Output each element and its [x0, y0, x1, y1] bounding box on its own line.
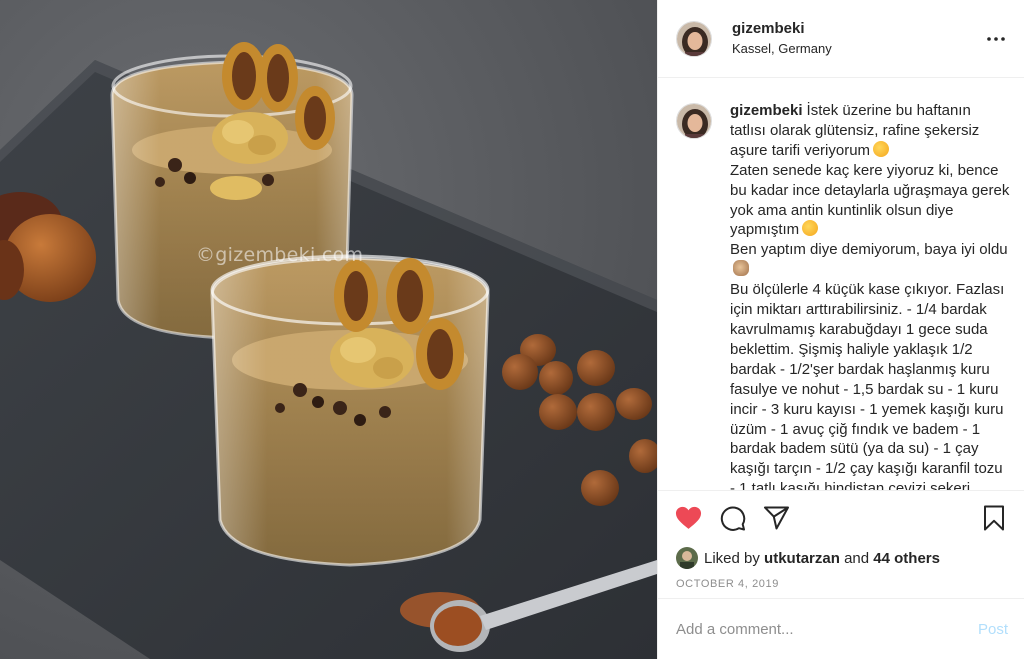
see-no-evil-monkey-emoji-icon: [733, 260, 749, 277]
photo-watermark: ©gizembeki.com: [196, 244, 364, 266]
add-comment-bar: Post: [658, 598, 1024, 659]
grinning-sweat-emoji-icon: [802, 220, 819, 237]
share-button[interactable]: [762, 504, 790, 532]
bookmark-icon: [984, 505, 1004, 531]
author-avatar[interactable]: [676, 20, 712, 57]
comments-section[interactable]: gizembeki İstek üzerine bu haftanın tatlı…: [658, 79, 1024, 490]
author-info: gizembeki Kassel, Germany: [732, 19, 984, 59]
caption-avatar[interactable]: [676, 103, 712, 139]
action-buttons: [674, 503, 1008, 533]
post-header: gizembeki Kassel, Germany: [658, 0, 1024, 78]
caption-text: gizembeki İstek üzerine bu haftanın tatlı…: [730, 101, 1010, 490]
save-button[interactable]: [980, 504, 1008, 532]
caption-line: Bu ölçülerle 4 küçük kase çıkıyor. Fazla…: [730, 281, 1005, 490]
more-options-icon: [987, 36, 1005, 41]
asure-dessert-illustration: [0, 0, 657, 659]
liker-avatar[interactable]: [676, 547, 698, 569]
hugging-face-emoji-icon: [873, 140, 890, 157]
post-comment-button[interactable]: Post: [978, 621, 1008, 638]
author-username[interactable]: gizembeki: [732, 19, 984, 39]
paper-plane-icon: [763, 506, 789, 530]
post-side-panel: gizembeki Kassel, Germany gizembeki İste…: [657, 0, 1024, 659]
caption-paragraph: Ben yaptım diye demiyorum, baya iyi oldu: [730, 240, 1010, 280]
heart-filled-icon: [675, 506, 701, 529]
post-date[interactable]: OCTOBER 4, 2019: [676, 578, 1008, 590]
avatar-image: [676, 547, 698, 569]
avatar-image: [677, 104, 711, 138]
avatar-image: [677, 21, 711, 56]
more-options-button[interactable]: [984, 27, 1008, 51]
caption-line: Zaten senede kaç kere yiyoruz ki, bence …: [730, 161, 1010, 239]
caption-username[interactable]: gizembeki: [730, 102, 803, 119]
post-photo[interactable]: ©gizembeki.com: [0, 0, 657, 659]
caption-paragraph: Bu ölçülerle 4 küçük kase çıkıyor. Fazla…: [730, 280, 1010, 490]
comment-bubble-icon: [720, 506, 745, 531]
liker-username[interactable]: utkutarzan: [764, 550, 840, 567]
likes-others-link[interactable]: 44 others: [873, 550, 940, 567]
comment-input[interactable]: [676, 620, 978, 638]
instagram-post: ©gizembeki.com gizembeki Kassel, Germany: [0, 0, 1024, 659]
caption-line: Ben yaptım diye demiyorum, baya iyi oldu: [730, 241, 1008, 259]
caption-paragraph: gizembeki İstek üzerine bu haftanın tatlı…: [730, 101, 1010, 161]
like-button[interactable]: [674, 504, 702, 532]
comment-button[interactable]: [718, 504, 746, 532]
likes-and: and: [844, 549, 870, 567]
caption-comment: gizembeki İstek üzerine bu haftanın tatlı…: [676, 101, 1010, 490]
post-location[interactable]: Kassel, Germany: [732, 39, 984, 59]
post-actions: Liked by utkutarzan and 44 others OCTOBE…: [658, 490, 1024, 590]
likes-prefix: Liked by: [704, 549, 760, 567]
likes-summary: Liked by utkutarzan and 44 others: [674, 547, 1008, 569]
caption-paragraph: Zaten senede kaç kere yiyoruz ki, bence …: [730, 161, 1010, 241]
